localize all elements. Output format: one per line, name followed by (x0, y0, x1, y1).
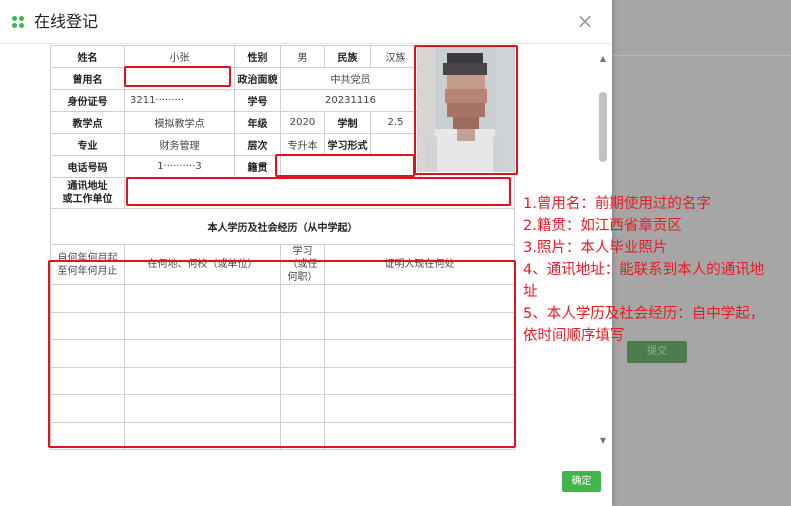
teaching-center-value[interactable]: 模拟教学点 (124, 111, 235, 134)
history-header-period: 自何年何月起至何年何月止 (50, 244, 125, 285)
scroll-thumb[interactable] (599, 92, 607, 162)
table-row (50, 421, 515, 450)
table-row (50, 449, 515, 450)
teaching-center-label: 教学点 (50, 111, 125, 134)
study-mode-value[interactable] (370, 133, 421, 156)
major-value[interactable]: 财务管理 (124, 133, 235, 156)
note-item: 3.照片：本人毕业照片 (523, 240, 668, 256)
instruction-notes: 1.曾用名：前期使用过的名字 2.籍贯：如江西省章贡区 3.照片：本人毕业照片 … (523, 193, 773, 347)
dialog-title: 在线登记 (34, 12, 99, 31)
note-item: 1.曾用名：前期使用过的名字 (523, 196, 711, 212)
political-status-value[interactable]: 中共党员 (280, 67, 421, 90)
address-label-line1: 通讯地址 (67, 181, 108, 192)
table-row (50, 284, 515, 313)
ok-button[interactable]: 确定 (562, 471, 601, 492)
phone-value[interactable]: 1··········3 (124, 155, 235, 178)
name-value[interactable]: 小张 (124, 45, 235, 68)
dialog-header: 在线登记 × (0, 0, 612, 44)
id-number-value[interactable]: 3211········· (124, 89, 235, 112)
id-number-label: 身份证号 (50, 89, 125, 112)
study-duration-value[interactable]: 2.5 (370, 111, 421, 134)
scroll-down-arrow-icon[interactable]: ▼ (597, 436, 609, 446)
history-header-place: 在何地、何校（或单位） (124, 244, 281, 285)
student-number-value[interactable]: 20231116 (280, 89, 421, 112)
grade-value[interactable]: 2020 (280, 111, 325, 134)
study-duration-label: 学制 (324, 111, 371, 134)
dialog-body: 姓名 小张 性别 男 民族 汉族 曾用名 政治面貌 中共党员 身份证号 3211… (0, 45, 612, 450)
table-row (50, 394, 515, 423)
ethnicity-label: 民族 (324, 45, 371, 68)
close-icon[interactable]: × (575, 11, 595, 31)
registration-dialog: 在线登记 × 姓名 小张 性别 男 民族 汉族 曾用名 政治面貌 中共党员 身份… (0, 0, 612, 506)
former-name-field[interactable] (124, 67, 235, 90)
table-row (50, 366, 515, 395)
id-photo[interactable] (417, 45, 514, 172)
table-row (50, 339, 515, 368)
student-number-label: 学号 (234, 89, 281, 112)
political-status-label: 政治面貌 (234, 67, 281, 90)
major-label: 专业 (50, 133, 125, 156)
history-header-role: 学习（或任何职） (280, 244, 325, 285)
study-mode-label: 学习形式 (324, 133, 371, 156)
level-value[interactable]: 专升本 (280, 133, 325, 156)
note-item: 2.籍贯：如江西省章贡区 (523, 218, 682, 234)
note-item: 4、通讯地址：能联系到本人的通讯地址 (523, 262, 765, 300)
address-label: 通讯地址 或工作单位 (50, 177, 125, 209)
address-field[interactable] (124, 177, 515, 209)
gender-value[interactable]: 男 (280, 45, 325, 68)
history-header-witness: 证明人现在何处 (324, 244, 515, 285)
native-place-field[interactable] (280, 155, 421, 178)
phone-label: 电话号码 (50, 155, 125, 178)
address-label-line2: 或工作单位 (62, 194, 113, 205)
history-section-title: 本人学历及社会经历（从中学起） (50, 208, 515, 245)
scroll-up-arrow-icon[interactable]: ▲ (597, 54, 609, 64)
grade-label: 年级 (234, 111, 281, 134)
note-item: 5、本人学历及社会经历：自中学起，依时间顺序填写 (523, 306, 765, 344)
four-dots-icon (12, 16, 26, 30)
gender-label: 性别 (234, 45, 281, 68)
level-label: 层次 (234, 133, 281, 156)
photo-image (417, 45, 514, 172)
name-label: 姓名 (50, 45, 125, 68)
table-row (50, 311, 515, 340)
ethnicity-value[interactable]: 汉族 (370, 45, 421, 68)
former-name-label: 曾用名 (50, 67, 125, 90)
native-place-label: 籍贯 (234, 155, 281, 178)
